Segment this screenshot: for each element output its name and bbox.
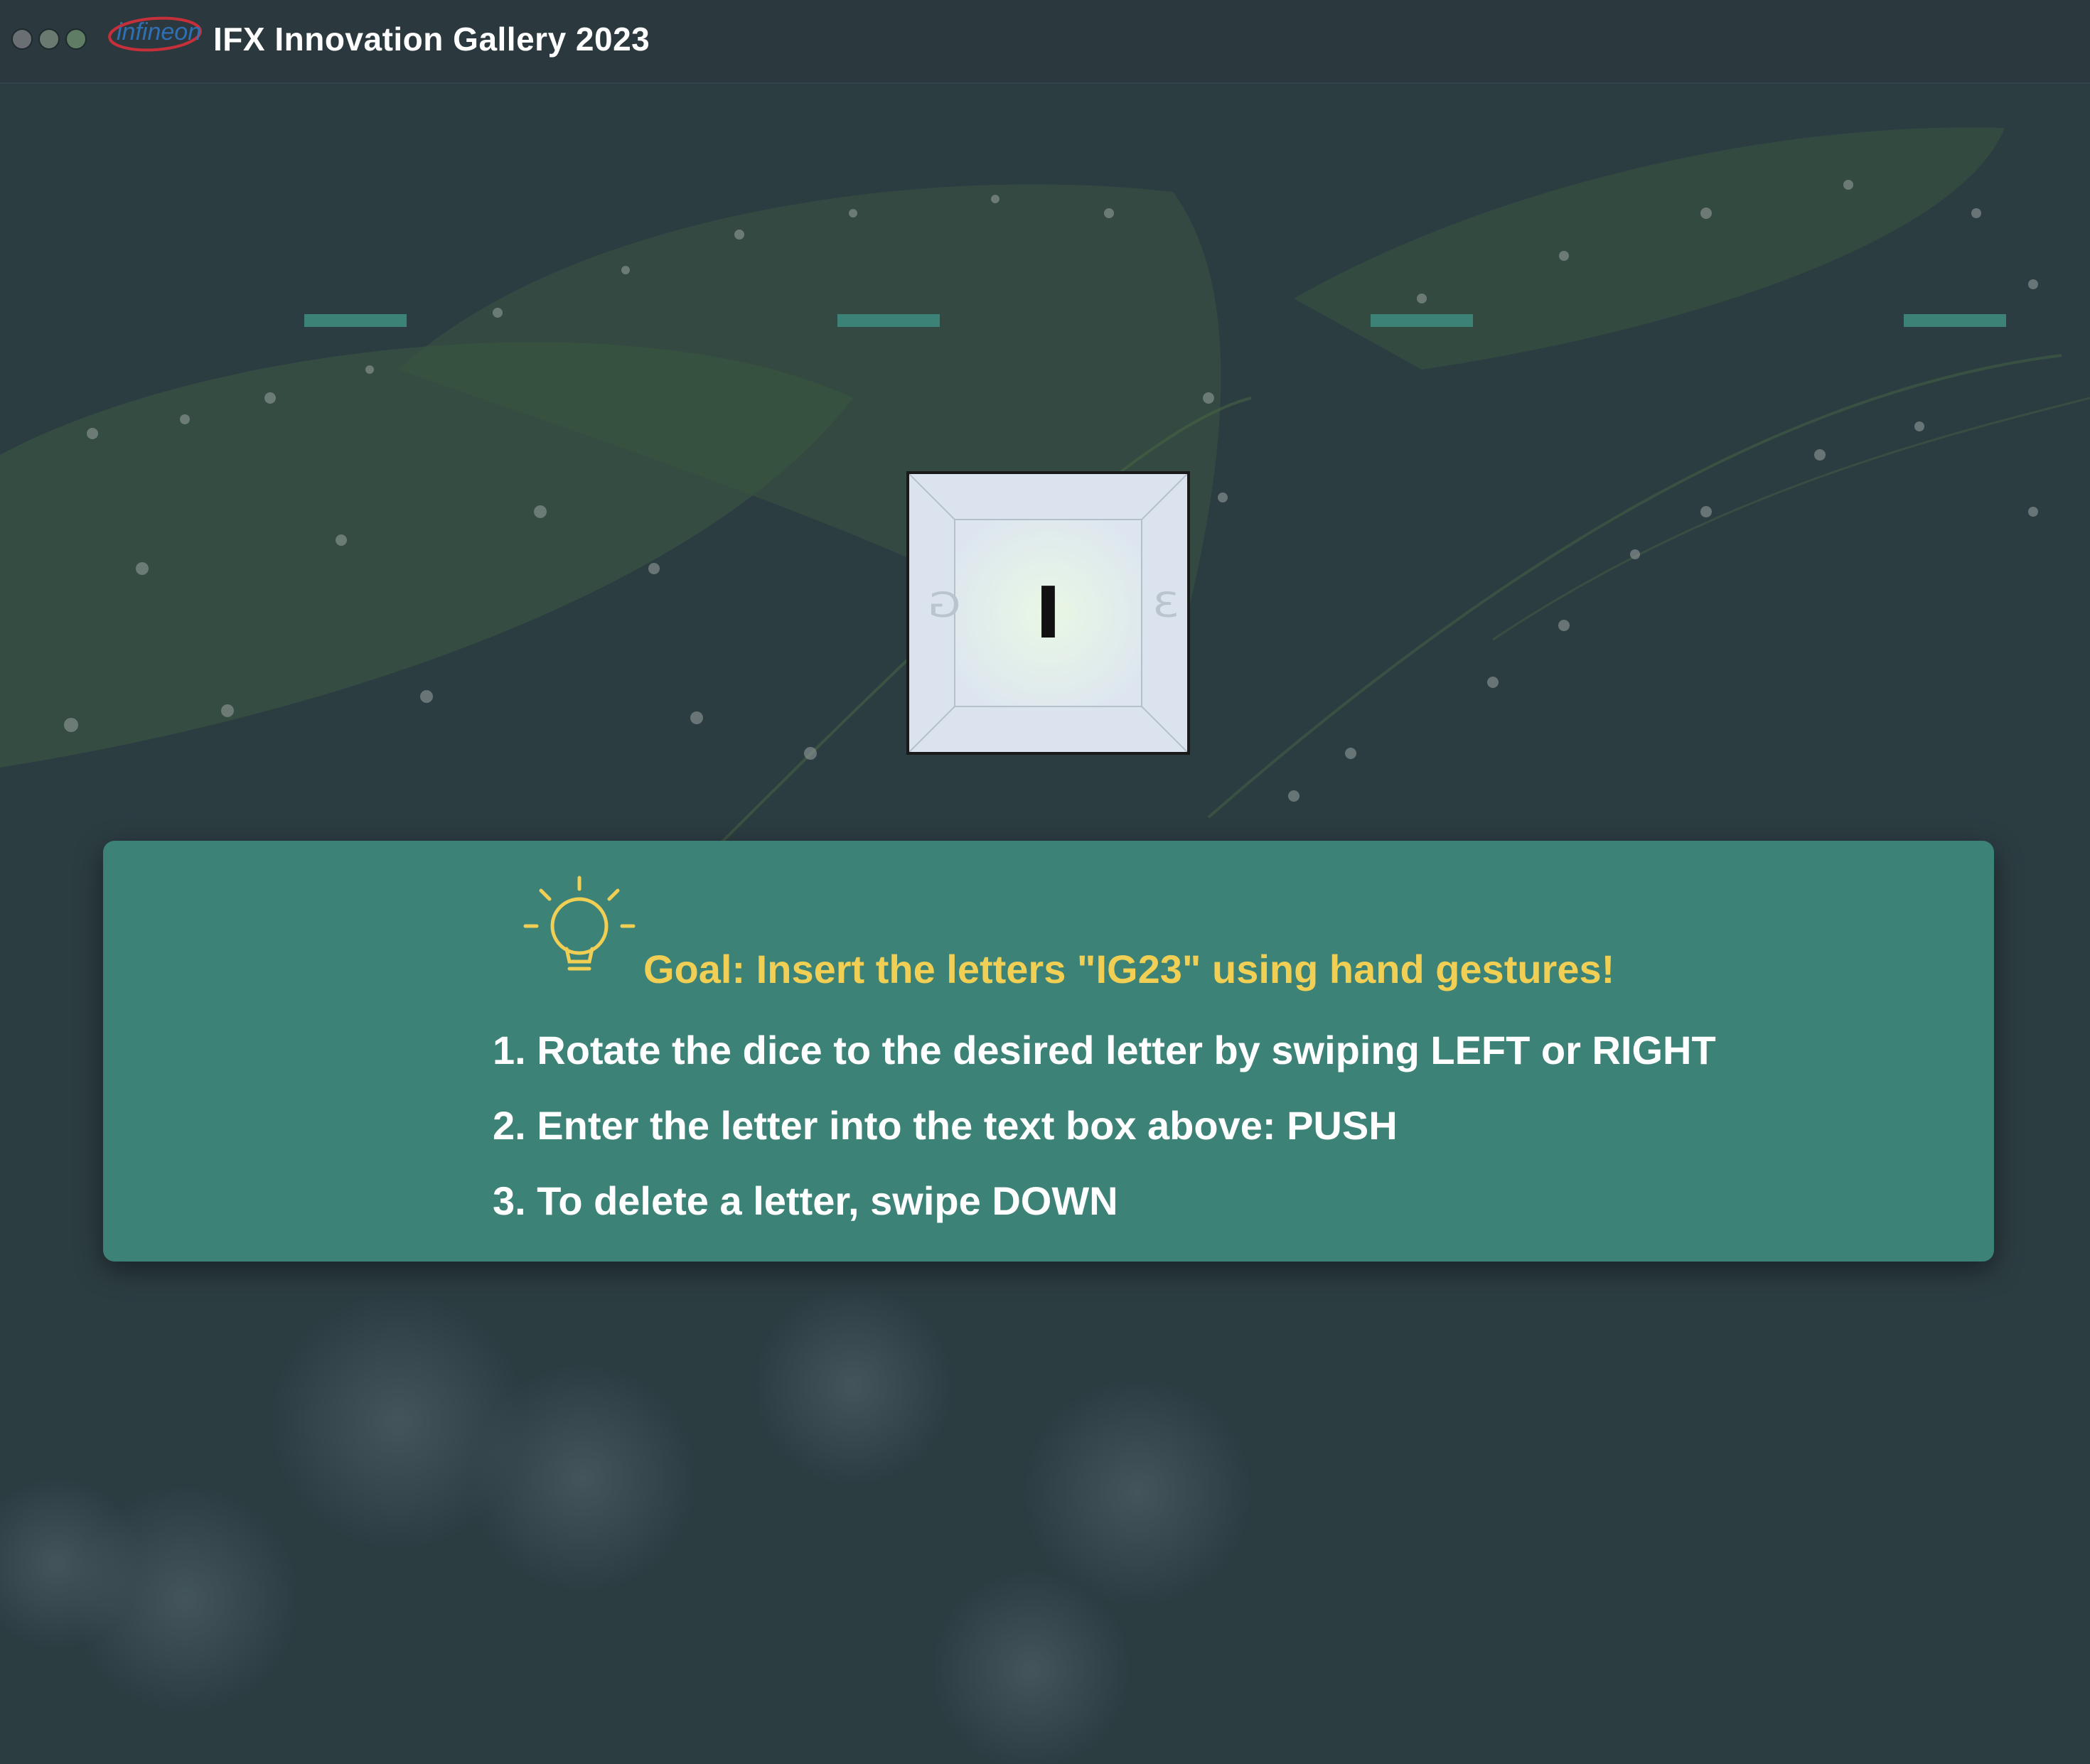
lightbulb-icon: [523, 876, 636, 971]
letter-slot-1: [304, 314, 407, 327]
infineon-logo: infineon: [108, 16, 202, 52]
instructions-panel: Goal: Insert the letters "IG23" using ha…: [103, 841, 1994, 1262]
minimize-window-button[interactable]: [38, 28, 60, 50]
dice-front-letter: I: [1034, 571, 1062, 655]
instruction-step-2: 2. Enter the letter into the text box ab…: [493, 1103, 1398, 1148]
app-window: infineon IFX Innovation Gallery 2023 G 3…: [0, 0, 2090, 1764]
logo-text: infineon: [117, 18, 201, 45]
letter-slot-2: [837, 314, 940, 327]
instruction-step-1: 1. Rotate the dice to the desired letter…: [493, 1028, 1716, 1072]
instruction-step-3: 3. To delete a letter, swipe DOWN: [493, 1178, 1118, 1223]
title-bar: infineon IFX Innovation Gallery 2023: [0, 0, 2090, 84]
window-title: IFX Innovation Gallery 2023: [213, 21, 650, 58]
letter-dice: G 3 I: [906, 471, 1190, 755]
letter-slot-4: [1904, 314, 2006, 327]
maximize-window-button[interactable]: [65, 28, 87, 50]
goal-text: Goal: Insert the letters "IG23" using ha…: [643, 947, 1615, 991]
letter-slot-3: [1371, 314, 1473, 327]
close-window-button[interactable]: [11, 28, 33, 50]
